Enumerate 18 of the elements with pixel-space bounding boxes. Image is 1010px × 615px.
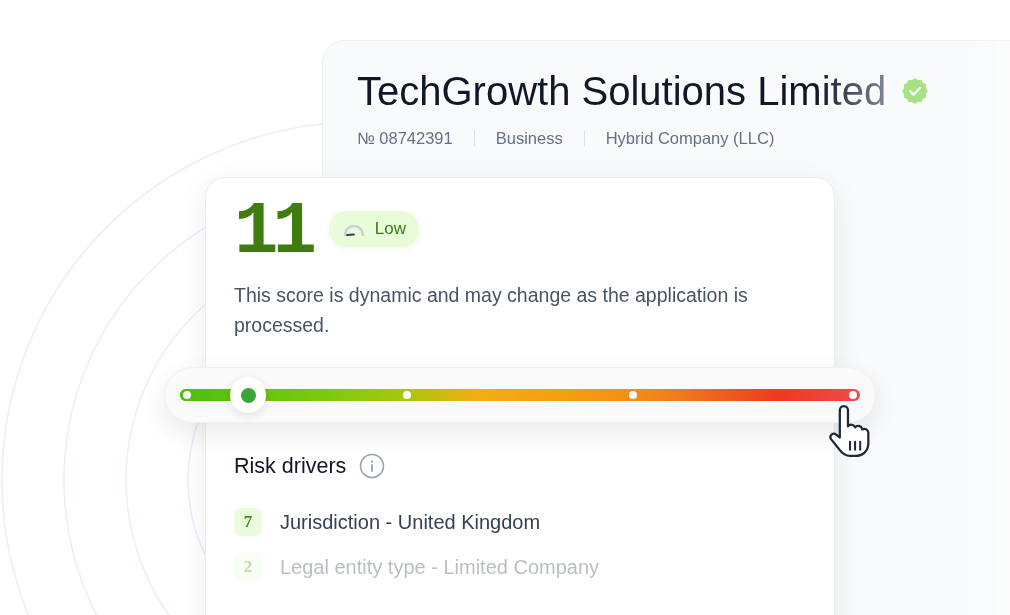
scale-tick-icon (629, 391, 638, 399)
risk-drivers-heading: Risk drivers (234, 453, 347, 479)
scale-tick-icon (402, 391, 411, 399)
scale-tick-icon (182, 391, 191, 399)
gauge-icon (341, 222, 366, 236)
risk-driver-text: Jurisdiction - United Kingdom (280, 509, 541, 535)
company-detail: Business (495, 128, 563, 149)
risk-driver-text: Legal entity type - Limited Company (280, 554, 600, 580)
company-detail: № 08742391 (357, 128, 453, 149)
score-note: This score is dynamic and may change as the application is processed. (234, 283, 749, 338)
driver-score-chip: 2 (234, 552, 262, 581)
driver-score-chip: 7 (234, 507, 262, 536)
info-icon[interactable] (359, 453, 386, 479)
company-detail: Hybrid Company (LLC) (605, 128, 775, 149)
risk-level-label: Low (374, 218, 406, 241)
risk-score-value: 11 (234, 192, 311, 272)
slider-thumb[interactable] (230, 377, 266, 413)
scale-tick-icon (849, 391, 858, 399)
